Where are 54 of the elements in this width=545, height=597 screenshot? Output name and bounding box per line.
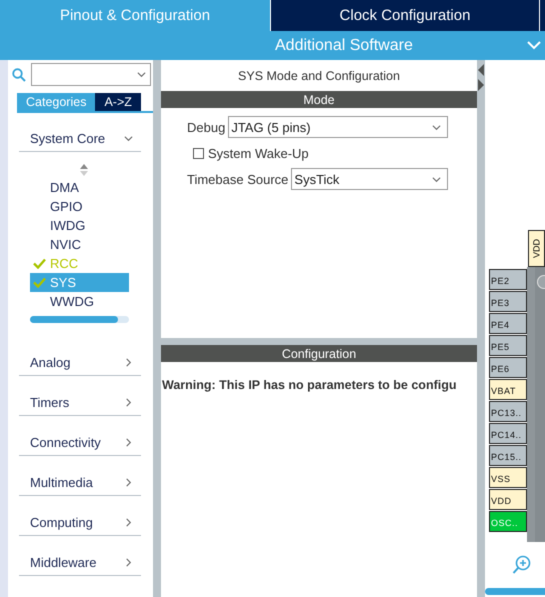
tab[interactable]: A->Z	[95, 93, 141, 111]
chip-pin[interactable]: PC15..	[489, 445, 527, 466]
category-header[interactable]: Analog	[19, 350, 141, 376]
check-icon	[33, 277, 46, 288]
chevron-right-icon	[124, 558, 133, 567]
chip-pin[interactable]: PC14..	[489, 423, 527, 444]
panel-title: SYS Mode and Configuration	[237, 68, 401, 85]
chip-pin[interactable]: PE2	[489, 269, 527, 290]
section-header: Mode	[161, 91, 477, 108]
field-label: Timebase Source	[187, 172, 288, 186]
chip-pin[interactable]: PE4	[489, 313, 527, 334]
chevron-right-icon	[124, 438, 133, 447]
list-item[interactable]: IWDG	[30, 216, 129, 235]
category-header[interactable]: System Core	[19, 126, 141, 152]
chip-pin[interactable]: PC13..	[489, 401, 527, 422]
list-item[interactable]: GPIO	[30, 197, 129, 216]
scrollbar[interactable]	[485, 588, 545, 595]
chevron-right-icon	[124, 478, 133, 487]
search-field[interactable]	[31, 63, 151, 86]
chevron-down-icon	[137, 70, 146, 79]
zoom-in-icon[interactable]	[512, 555, 532, 575]
chevron-right-icon	[124, 358, 133, 367]
list-item[interactable]: DMA	[30, 178, 129, 197]
sort-icon[interactable]	[80, 164, 88, 176]
section-header: Configuration	[161, 345, 477, 362]
chip-pin[interactable]: PE6	[489, 357, 527, 378]
category-header[interactable]: Middleware	[19, 550, 141, 576]
chevron-down-icon	[432, 122, 441, 132]
dropdown-field[interactable]: SysTick	[291, 168, 448, 190]
chip-pin[interactable]: VSS	[489, 467, 527, 488]
chevron-right-icon	[124, 518, 133, 527]
chip-pin[interactable]: VDD	[489, 489, 527, 510]
search-icon[interactable]	[12, 68, 26, 82]
chip-pin[interactable]: VDD	[528, 230, 545, 267]
scrollbar[interactable]	[30, 316, 129, 323]
chevron-down-icon	[432, 174, 441, 184]
chevron-right-icon	[124, 398, 133, 407]
dropdown-field[interactable]: JTAG (5 pins)	[228, 116, 448, 138]
category-header[interactable]: Computing	[19, 510, 141, 536]
list-item[interactable]: WWDG	[30, 292, 129, 311]
category-header[interactable]: Timers	[19, 390, 141, 416]
chip-pin[interactable]: VBAT	[489, 379, 527, 400]
chevron-down-icon[interactable]	[527, 40, 541, 50]
list-item[interactable]: NVIC	[30, 235, 129, 254]
chip-pin[interactable]: PE5	[489, 335, 527, 356]
field-label: Debug	[187, 120, 226, 134]
category-header[interactable]: Connectivity	[19, 430, 141, 456]
checkbox-label: System Wake-Up	[208, 146, 309, 160]
check-icon	[33, 258, 46, 269]
chevron-down-icon	[124, 134, 133, 143]
chip-pin[interactable]: PE3	[489, 291, 527, 312]
warning-text: Warning: This IP has no parameters to be configu	[161, 378, 458, 392]
category-header[interactable]: Multimedia	[19, 470, 141, 496]
checkbox[interactable]	[193, 148, 204, 158]
